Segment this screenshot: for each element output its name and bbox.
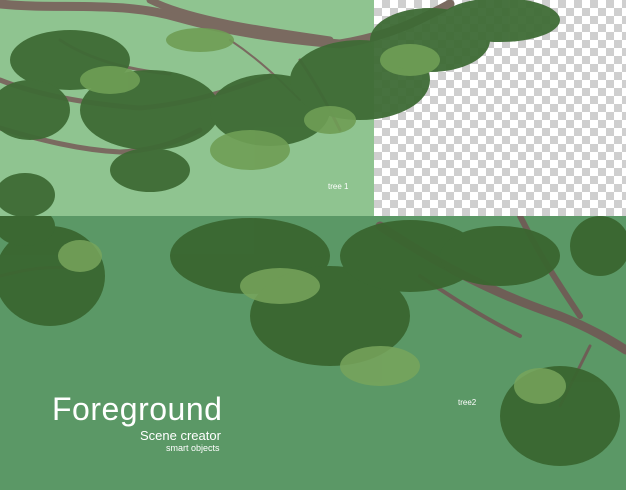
tree2-illustration (0, 216, 626, 466)
caption-tagline: smart objects (166, 443, 220, 453)
tree2-panel (0, 216, 626, 490)
tree1-label: tree 1 (328, 182, 349, 191)
tree1-panel: tree 1 (0, 0, 626, 216)
caption-block: Foreground Scene creator smart objects (52, 391, 223, 453)
tree1-illustration (0, 0, 560, 216)
tree2-label: tree2 (458, 398, 477, 407)
caption-title: Foreground (52, 391, 223, 427)
scene-canvas: tree 1 tree2 Foreground Scene creator sm… (0, 0, 626, 490)
caption-subtitle: Scene creator (140, 428, 221, 443)
